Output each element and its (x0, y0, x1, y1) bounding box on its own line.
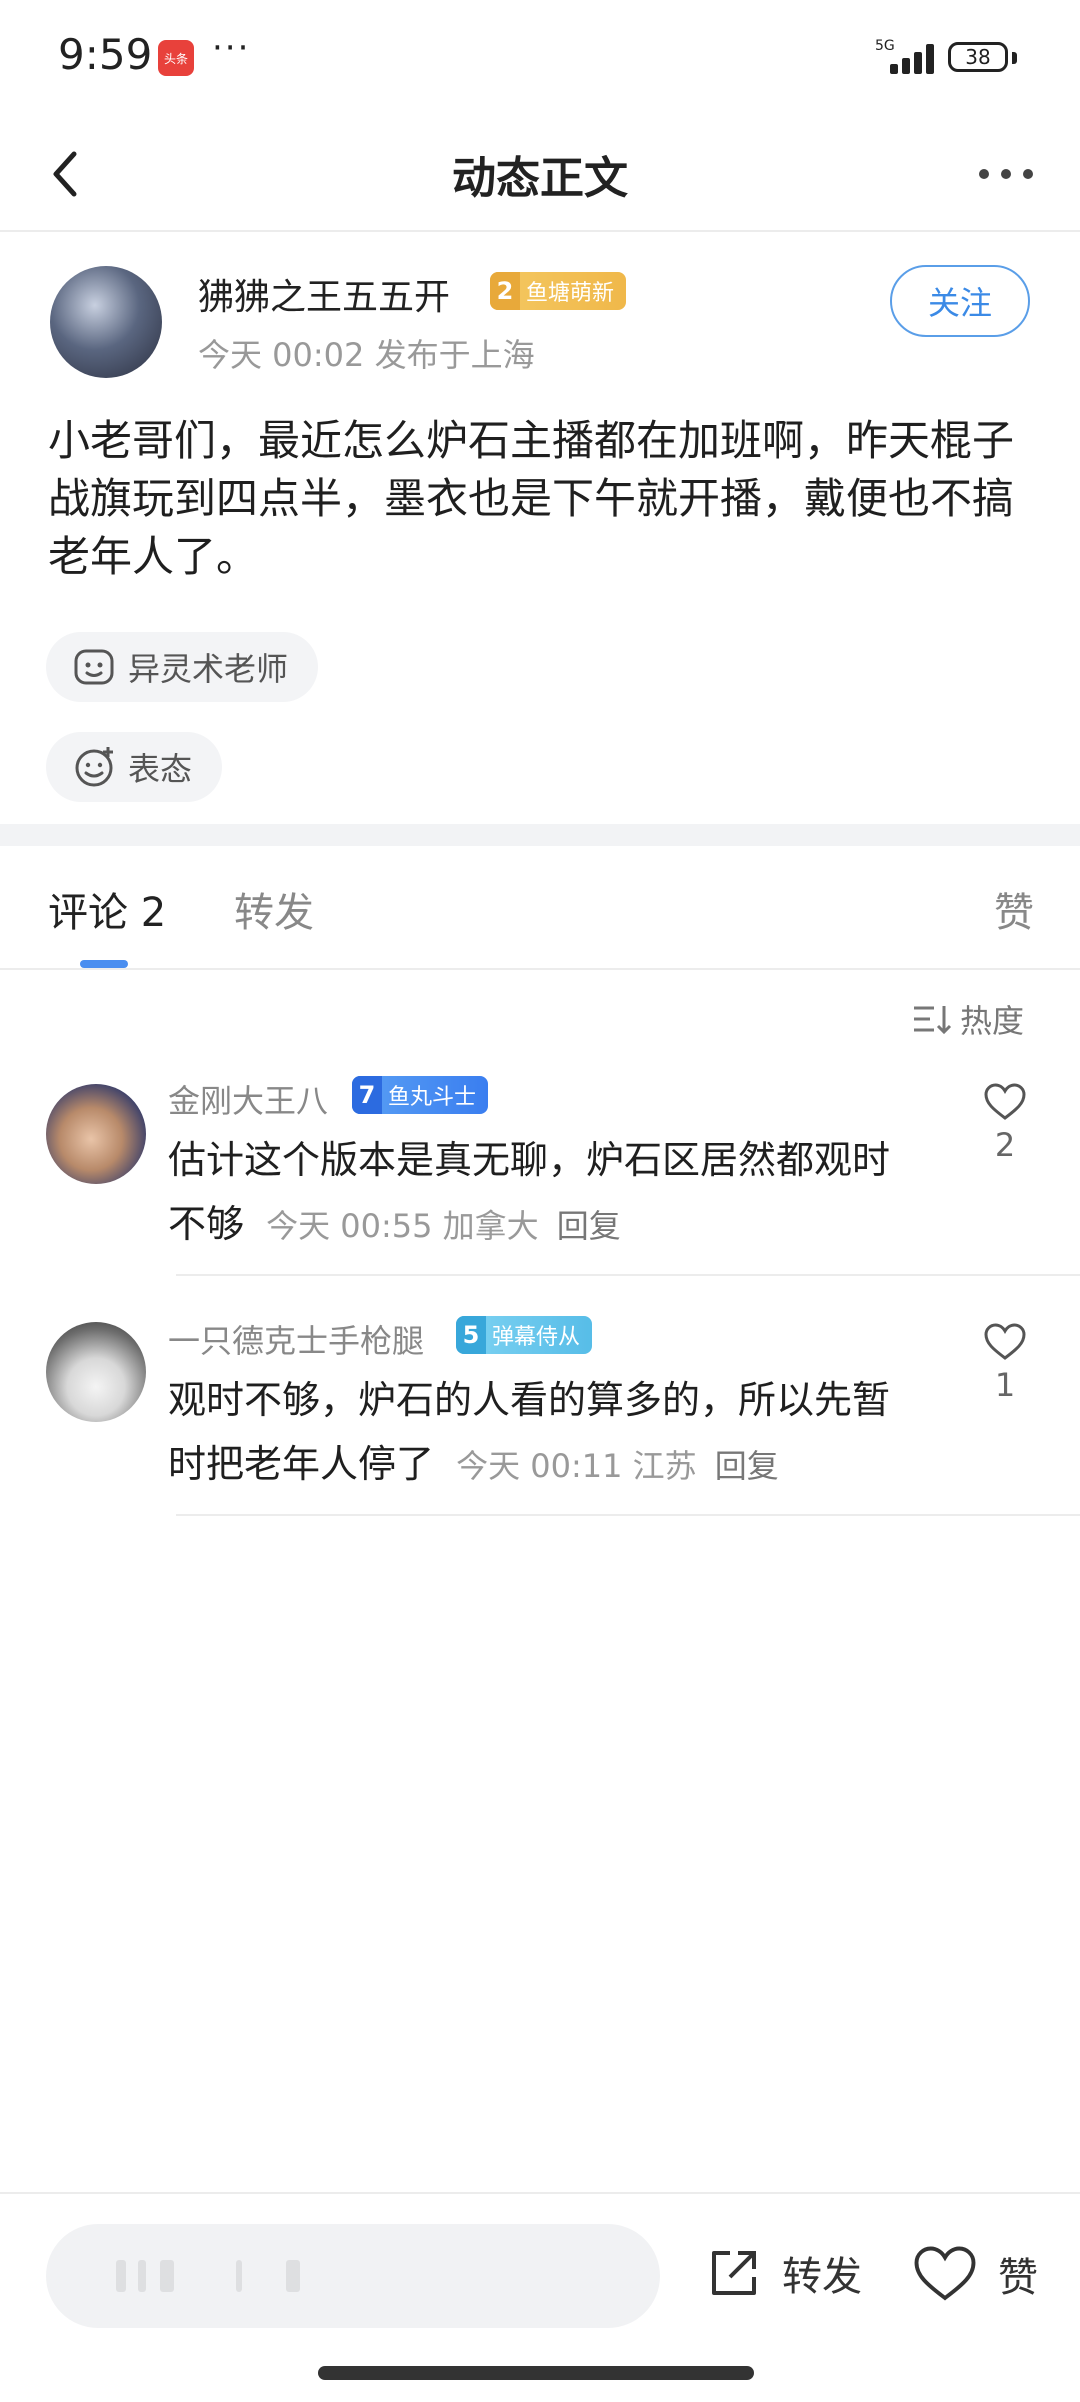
reply-link[interactable]: 回复 (557, 1207, 621, 1245)
react-button[interactable]: 表态 (46, 732, 223, 802)
topic-chip[interactable]: 异灵术老师 (46, 632, 319, 702)
like-count: 2 (994, 1126, 1016, 1164)
more-options-icon[interactable] (974, 154, 1038, 194)
react-label: 表态 (128, 750, 193, 788)
commenter-name[interactable]: 金刚大王八 (168, 1076, 328, 1122)
badge-title: 鱼丸斗士 (388, 1085, 477, 1110)
heart-icon (914, 2246, 976, 2301)
sort-label: 热度 (960, 1002, 1025, 1040)
commenter-avatar[interactable] (46, 1322, 146, 1422)
commenter-level-badge: 5 弹幕侍从 (456, 1316, 593, 1354)
battery-icon: 38 (948, 42, 1008, 72)
comment-meta: 今天 00:55 加拿大 (266, 1207, 539, 1245)
battery-tip (1012, 52, 1017, 64)
badge-level: 2 (490, 272, 520, 310)
status-more-icon: ··· (212, 28, 251, 68)
comment-text: 观时不够，炉石的人看的算多的，所以先暂时把老年人停了 今天 00:11 江苏 回… (168, 1368, 908, 1498)
section-divider (0, 824, 1080, 846)
status-bar: 9:59 头条 ··· 5G 38 (0, 0, 1080, 118)
tab-active-indicator (80, 960, 128, 968)
tab-likes[interactable]: 赞 (994, 880, 1034, 938)
author-name[interactable]: 狒狒之王五五开 (198, 268, 450, 320)
signal-icon (880, 40, 936, 74)
author-avatar[interactable] (50, 266, 162, 378)
comment-text: 估计这个版本是真无聊，炉石区居然都观时不够 今天 00:55 加拿大 回复 (168, 1128, 908, 1258)
follow-button[interactable]: 关注 (890, 265, 1030, 337)
tab-comments[interactable]: 评论 2 (48, 880, 166, 938)
forward-label: 转发 (782, 2254, 862, 2300)
nav-bar: 动态正文 (0, 118, 1080, 232)
heart-icon (984, 1083, 1026, 1120)
commenter-avatar[interactable] (46, 1084, 146, 1184)
post-meta: 今天 00:02 发布于上海 (198, 336, 535, 374)
share-icon (712, 2251, 756, 2295)
comment-divider (176, 1274, 1080, 1276)
commenter-name[interactable]: 一只德克士手枪腿 (168, 1316, 424, 1362)
page-title: 动态正文 (452, 153, 628, 204)
heart-icon (984, 1323, 1026, 1360)
badge-title: 弹幕侍从 (492, 1325, 581, 1350)
reply-link[interactable]: 回复 (715, 1447, 779, 1485)
sort-control[interactable]: 热度 (912, 996, 1024, 1042)
comment-meta: 今天 00:11 江苏 (456, 1447, 697, 1485)
badge-level: 7 (352, 1076, 382, 1114)
forward-button[interactable]: 转发 (706, 2244, 862, 2302)
status-time: 9:59 (58, 30, 153, 79)
commenter-level-badge: 7 鱼丸斗士 (352, 1076, 489, 1114)
topic-label: 异灵术老师 (128, 650, 289, 688)
badge-title: 鱼塘萌新 (526, 281, 615, 306)
author-level-badge: 2 鱼塘萌新 (490, 272, 627, 310)
like-label: 赞 (998, 2255, 1038, 2301)
news-app-icon: 头条 (158, 40, 194, 76)
tabs-divider (0, 968, 1080, 970)
comment-like[interactable]: 2 (978, 1082, 1032, 1164)
input-placeholder-blur (116, 2260, 346, 2292)
comment-divider (176, 1514, 1080, 1516)
post-body: 小老哥们，最近怎么炉石主播都在加班啊，昨天棍子战旗玩到四点半，墨衣也是下午就开播… (48, 416, 1015, 581)
tab-forward[interactable]: 转发 (234, 880, 314, 938)
home-indicator (318, 2366, 754, 2380)
like-count: 1 (994, 1366, 1016, 1404)
emoji-add-icon (75, 747, 113, 787)
sort-icon (914, 1006, 952, 1035)
comment-like[interactable]: 1 (978, 1322, 1032, 1404)
badge-level: 5 (456, 1316, 486, 1354)
like-button[interactable]: 赞 (912, 2244, 1038, 2304)
topic-face-icon (74, 649, 114, 685)
comment-input[interactable] (46, 2224, 660, 2328)
